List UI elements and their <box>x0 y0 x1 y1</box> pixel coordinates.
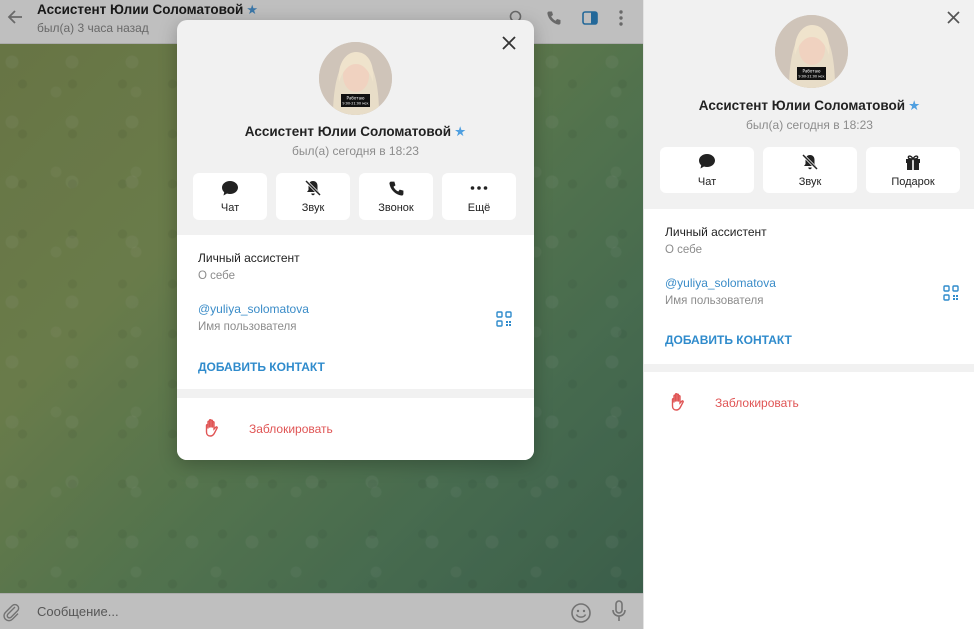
popup-actions: Чат Звук Звонок Ещё <box>193 173 516 220</box>
profile-status: был(а) сегодня в 18:23 <box>292 144 419 158</box>
profile-info: Личный ассистент О себе @yuliya_solomato… <box>177 235 534 389</box>
profile-name: Ассистент Юлии Соломатовой ★ <box>644 98 974 114</box>
chat-button-label: Чат <box>220 202 240 214</box>
more-button-label: Ещё <box>467 202 491 214</box>
bio-text: Личный ассистент <box>198 251 300 265</box>
profile-side-panel: Работаю 9:00-21:00 мск Ассистент Юлии Со… <box>643 0 974 629</box>
bio-caption: О себе <box>198 270 236 282</box>
more-button[interactable]: Ещё <box>442 173 516 220</box>
verified-star-icon[interactable]: ★ <box>454 124 466 139</box>
block-label: Заблокировать <box>715 396 799 410</box>
chat-icon <box>698 153 716 171</box>
profile-name-text: Ассистент Юлии Соломатовой <box>698 98 906 113</box>
close-icon[interactable] <box>502 36 518 52</box>
chat-button[interactable]: Чат <box>193 173 267 220</box>
avatar-caption-line1: Работаю <box>803 69 822 74</box>
block-user-button[interactable]: Заблокировать <box>177 398 534 460</box>
bio-caption: О себе <box>665 244 703 256</box>
chat-button-label: Чат <box>697 175 717 188</box>
panel-actions: Чат Звук Подарок <box>660 147 960 193</box>
hand-stop-icon <box>669 392 687 412</box>
profile-name: Ассистент Юлии Соломатовой ★ <box>177 124 534 140</box>
block-label: Заблокировать <box>249 422 333 436</box>
mute-button[interactable]: Звук <box>763 147 857 193</box>
qr-code-icon[interactable] <box>943 285 959 301</box>
avatar-caption-line2: 9:00-21:00 мск <box>342 102 368 106</box>
add-contact-button[interactable]: ДОБАВИТЬ КОНТАКТ <box>665 333 792 347</box>
mute-icon <box>801 153 819 171</box>
close-icon[interactable] <box>947 11 961 25</box>
mute-button-label: Звук <box>301 202 325 214</box>
profile-name-text: Ассистент Юлии Соломатовой <box>244 124 452 139</box>
profile-status: был(а) сегодня в 18:23 <box>746 118 873 132</box>
verified-star-icon[interactable]: ★ <box>908 98 920 113</box>
more-icon <box>470 179 488 197</box>
call-button-label: Звонок <box>378 202 414 214</box>
add-contact-button[interactable]: ДОБАВИТЬ КОНТАКТ <box>198 360 325 374</box>
username-link[interactable]: @yuliya_solomatova <box>665 276 776 290</box>
qr-code-icon[interactable] <box>496 311 512 327</box>
panel-header: Работаю 9:00-21:00 мск Ассистент Юлии Со… <box>644 0 974 209</box>
avatar[interactable]: Работаю 9:00-21:00 мск <box>775 15 848 88</box>
gift-icon <box>904 153 922 171</box>
username-caption: Имя пользователя <box>198 321 297 333</box>
gift-button[interactable]: Подарок <box>866 147 960 193</box>
hand-stop-icon <box>203 418 221 438</box>
chat-icon <box>221 179 239 197</box>
avatar-caption-line2: 9:00-21:00 мск <box>798 75 824 79</box>
mute-button[interactable]: Звук <box>276 173 350 220</box>
chat-button[interactable]: Чат <box>660 147 754 193</box>
avatar[interactable]: Работаю 9:00-21:00 мск <box>319 42 392 115</box>
phone-icon <box>387 179 405 197</box>
mute-icon <box>304 179 322 197</box>
profile-popup: Работаю 9:00-21:00 мск Ассистент Юлии Со… <box>177 20 534 460</box>
username-caption: Имя пользователя <box>665 295 764 307</box>
divider <box>644 364 974 372</box>
avatar-caption-line1: Работаю <box>347 96 366 101</box>
mute-button-label: Звук <box>798 175 822 188</box>
gift-button-label: Подарок <box>891 175 935 188</box>
block-user-button[interactable]: Заблокировать <box>644 372 974 434</box>
call-button[interactable]: Звонок <box>359 173 433 220</box>
username-link[interactable]: @yuliya_solomatova <box>198 302 309 316</box>
bio-text: Личный ассистент <box>665 225 767 239</box>
profile-info: Личный ассистент О себе @yuliya_solomato… <box>644 209 974 364</box>
